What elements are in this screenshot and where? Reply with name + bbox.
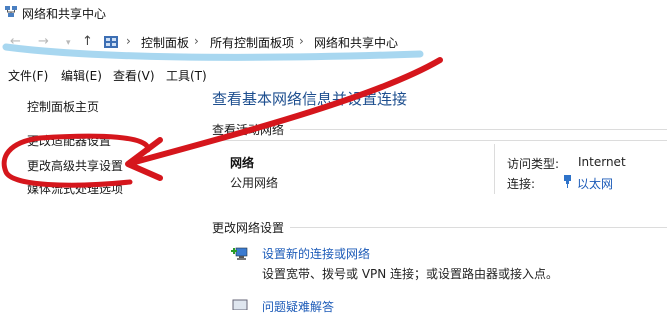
sidebar-item-change-adapter-settings[interactable]: 更改适配器设置: [27, 132, 111, 149]
window-title: 网络和共享中心: [22, 7, 107, 21]
back-arrow-icon[interactable]: ←: [10, 34, 21, 49]
up-arrow-icon[interactable]: ↑: [82, 34, 93, 49]
menu-view[interactable]: 查看(V): [113, 67, 155, 84]
menu-file[interactable]: 文件(F): [8, 67, 48, 84]
breadcrumb-all-items[interactable]: 所有控制面板项: [210, 34, 294, 51]
setup-new-connection-link[interactable]: 设置新的连接或网络: [262, 245, 370, 262]
connection-label: 连接:: [507, 177, 536, 191]
network-name: 网络: [230, 156, 255, 170]
ethernet-connection-link[interactable]: 以太网: [577, 175, 613, 192]
troubleshoot-icon: [232, 299, 248, 310]
section-divider: [212, 140, 667, 141]
address-bar: ← → ▾ ↑ › 控制面板 › 所有控制面板项 › 网络和共享中心: [0, 26, 667, 58]
network-category[interactable]: 公用网络: [230, 174, 278, 191]
menu-edit[interactable]: 编辑(E): [61, 67, 102, 84]
sidebar-item-control-panel-home[interactable]: 控制面板主页: [27, 98, 99, 115]
menu-tools[interactable]: 工具(T): [166, 67, 207, 84]
breadcrumb-network-center[interactable]: 网络和共享中心: [314, 34, 398, 51]
forward-arrow-icon[interactable]: →: [38, 34, 49, 49]
sidebar-item-change-advanced-sharing[interactable]: 更改高级共享设置: [27, 157, 123, 174]
breadcrumb-separator-icon: ›: [194, 34, 199, 48]
breadcrumb-control-panel[interactable]: 控制面板: [141, 34, 189, 51]
title-bar: 网络和共享中心: [0, 0, 667, 26]
sidebar-item-media-streaming[interactable]: 媒体流式处理选项: [27, 180, 123, 197]
breadcrumb-separator-icon: ›: [299, 34, 304, 48]
network-info-divider: [494, 144, 495, 194]
control-panel-icon: [104, 36, 118, 48]
new-connection-icon: [231, 247, 248, 260]
menu-bar: 文件(F) 编辑(E) 查看(V) 工具(T): [0, 62, 667, 84]
access-type-label: 访问类型:: [507, 157, 560, 171]
access-type-value: Internet: [578, 155, 626, 169]
network-center-icon: [5, 6, 17, 17]
troubleshoot-link[interactable]: 问题疑难解答: [262, 298, 334, 315]
section-divider: [290, 227, 667, 228]
breadcrumb-separator-icon: ›: [126, 34, 131, 48]
active-networks-header: 查看活动网络: [212, 123, 285, 137]
recent-dropdown-icon[interactable]: ▾: [66, 38, 71, 48]
page-title: 查看基本网络信息并设置连接: [212, 90, 408, 108]
change-settings-header: 更改网络设置: [212, 221, 285, 235]
red-arrowhead-annotation: [125, 137, 163, 181]
setup-new-connection-desc: 设置宽带、拨号或 VPN 连接；或设置路由器或接入点。: [262, 267, 559, 281]
ethernet-icon: [564, 175, 571, 188]
section-divider: [290, 129, 667, 130]
